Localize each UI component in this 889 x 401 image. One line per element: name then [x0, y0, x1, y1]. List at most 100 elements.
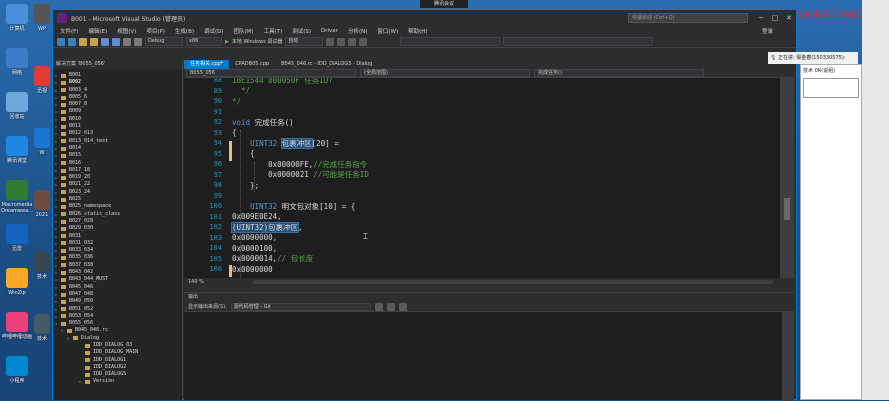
start-debug-icon[interactable]: ▶ — [225, 39, 229, 45]
code-editor[interactable]: 88 1BE1544 000050F 任务ID? 89 */90 */91 92 void… — [184, 78, 780, 278]
code-line[interactable]: 102 (UINT32)包裹冲区, — [184, 221, 303, 233]
open-folder-icon[interactable] — [90, 37, 98, 46]
document-tab[interactable]: CPADB05.cpp — [229, 60, 275, 69]
tree-item[interactable]: IDD_DIALOG_MAIN — [53, 349, 182, 356]
tree-item[interactable]: ▸ B025 — [53, 196, 182, 203]
code-line[interactable]: 104 0x0000100, — [184, 243, 277, 254]
desktop-shortcut[interactable]: 技术 — [32, 252, 52, 280]
tree-item[interactable]: ▸ B010 — [53, 116, 182, 123]
desktop-shortcut[interactable]: 回收站 — [0, 92, 34, 120]
tree-item[interactable]: ▸ B021_22 — [53, 181, 182, 188]
desktop-shortcut[interactable]: 2021 — [32, 190, 52, 218]
tree-item[interactable]: ▸ B029_030 — [53, 225, 182, 232]
tree-item[interactable]: ▾ Dialog — [53, 335, 182, 342]
code-line[interactable]: 106 0x0000000 — [184, 264, 272, 275]
code-line[interactable]: 95 { — [184, 149, 255, 160]
tree-item[interactable]: IDD_DIALOG2 — [53, 364, 182, 371]
tree-item[interactable]: ▸ B013_014_test — [53, 138, 182, 145]
desktop-shortcut[interactable]: 迅视 — [32, 66, 52, 94]
code-line[interactable]: 105 0x0000014,// 包长度 — [184, 254, 313, 265]
menu-item[interactable]: 文件(F) — [55, 27, 83, 35]
forward-icon[interactable] — [68, 37, 76, 46]
desktop-shortcut[interactable]: 迅雷 — [0, 224, 34, 252]
code-line[interactable]: 97 0x0000021 //可能是任务ID — [184, 170, 369, 181]
save-all-icon[interactable] — [112, 37, 120, 46]
tree-item[interactable]: ▸ B016 — [53, 160, 182, 167]
menu-item[interactable]: Driver — [316, 28, 343, 34]
close-icon[interactable]: ✕ — [782, 14, 796, 22]
menu-item[interactable]: 编辑(E) — [83, 27, 112, 35]
tree-item[interactable]: ▸ B047_048 — [53, 291, 182, 298]
tree-item[interactable]: ▸ B019_20 — [53, 174, 182, 181]
document-tab[interactable]: B045_046.rc - IDD_DIALOG5 - Dialog — [275, 60, 378, 69]
word-wrap-icon[interactable] — [398, 302, 407, 311]
tree-item[interactable]: ▸ B011 — [53, 123, 182, 130]
tree-item[interactable]: ▸ B031 — [53, 233, 182, 240]
desktop-shortcut[interactable]: W — [32, 128, 52, 156]
desktop-shortcut[interactable]: Macromedia Dreamwea... — [0, 180, 34, 214]
member-select[interactable]: 完成任务() — [534, 69, 704, 77]
tree-item[interactable]: ▸ B043_042 — [53, 269, 182, 276]
menu-item[interactable]: 项目(P) — [141, 27, 170, 35]
meeting-indicator[interactable]: 腾讯会议 — [420, 0, 468, 8]
code-line[interactable]: 100 UINT32 明文包对象[10] = { — [184, 201, 355, 212]
tree-item[interactable]: ▸ B026_static_class — [53, 211, 182, 218]
tree-item[interactable]: ▸ Version — [53, 378, 182, 385]
code-line[interactable]: 101 0x009E0E24, — [184, 212, 281, 223]
tree-item[interactable]: ▸ B049_050 — [53, 298, 182, 305]
tree-item[interactable]: IDD_DIALOG1 — [53, 357, 182, 364]
desktop-shortcut[interactable]: 小程序 — [0, 356, 34, 384]
tree-item[interactable]: ▸ B002 — [53, 79, 182, 86]
side-window-list[interactable] — [803, 78, 859, 98]
toolbar-tool-icon[interactable] — [337, 37, 346, 46]
menu-item[interactable]: 生成(B) — [170, 27, 199, 35]
tree-item[interactable]: IDD_DIALOG5 — [53, 371, 182, 378]
tree-item[interactable]: ▸ B009 — [53, 108, 182, 115]
editor-vertical-scrollbar[interactable] — [780, 78, 794, 278]
menu-item[interactable]: 窗口(W) — [372, 27, 403, 35]
undo-icon[interactable] — [123, 37, 131, 46]
tree-item[interactable]: IDD_DIALOG_03 — [53, 342, 182, 349]
document-tab[interactable]: 任务相关.cpp* — [184, 60, 230, 69]
maximize-icon[interactable]: □ — [768, 14, 782, 22]
code-line[interactable]: 90 */ — [184, 96, 241, 107]
tree-item[interactable]: ▸ B031_032 — [53, 240, 182, 247]
save-icon[interactable] — [101, 37, 109, 46]
tree-item[interactable]: ▸ B043_044_MUST — [53, 276, 182, 283]
desktop-shortcut[interactable]: 腾讯课堂 — [0, 136, 34, 164]
desktop-shortcut[interactable]: 网络 — [0, 48, 34, 76]
code-line[interactable]: 92 void 完成任务() — [184, 117, 294, 128]
output-source-select[interactable]: 源代码管理 - Git — [230, 302, 371, 311]
menu-item[interactable]: 工具(T) — [259, 27, 288, 35]
debugger-button[interactable]: 本地 Windows 调试器 — [232, 38, 283, 45]
debug-mode-select[interactable]: 自动 — [285, 37, 324, 46]
code-line[interactable]: 96 0x00000FE,//完成任务指令 — [184, 159, 368, 170]
tree-item[interactable]: ▸ B003_4 — [53, 87, 182, 94]
tree-item[interactable]: ▸ B053_054 — [53, 313, 182, 320]
tree-item[interactable]: ▸ B005_6 — [53, 94, 182, 101]
code-line[interactable]: 91 — [184, 107, 222, 118]
back-icon[interactable] — [57, 37, 65, 46]
new-file-icon[interactable] — [79, 37, 87, 46]
tree-item[interactable]: ▸ B045_046 — [53, 284, 182, 291]
tree-item[interactable]: ▸ B001 — [53, 72, 182, 79]
menu-item[interactable]: 团队(M) — [229, 27, 259, 35]
tree-item[interactable]: ▸ B051_052 — [53, 306, 182, 313]
desktop-shortcut[interactable]: 哔哩哔哩动画 — [0, 312, 34, 340]
editor-horizontal-scrollbar[interactable] — [253, 280, 773, 284]
configuration-select[interactable]: Debug — [145, 37, 183, 46]
code-line[interactable]: 99 — [184, 191, 222, 202]
code-line[interactable]: 89 */ — [184, 86, 251, 97]
menu-item[interactable]: 帮助(H) — [403, 27, 432, 35]
tree-item[interactable]: ▸ B037_038 — [53, 262, 182, 269]
menu-item[interactable]: 分析(N) — [343, 27, 372, 35]
tree-item[interactable]: ▸ B012_013 — [53, 130, 182, 137]
login-link[interactable]: 登录 — [757, 27, 778, 35]
find-combo[interactable] — [400, 37, 501, 46]
toolbar-tool-icon[interactable] — [359, 37, 368, 46]
tree-item[interactable]: ▾ B045_046.rc — [53, 327, 182, 334]
toolbar-tool-icon[interactable] — [326, 37, 335, 46]
code-line[interactable]: 93 { — [184, 128, 237, 139]
tree-item[interactable]: ▸ B033_034 — [53, 247, 182, 254]
tree-item[interactable]: ▸ B007_8 — [53, 101, 182, 108]
